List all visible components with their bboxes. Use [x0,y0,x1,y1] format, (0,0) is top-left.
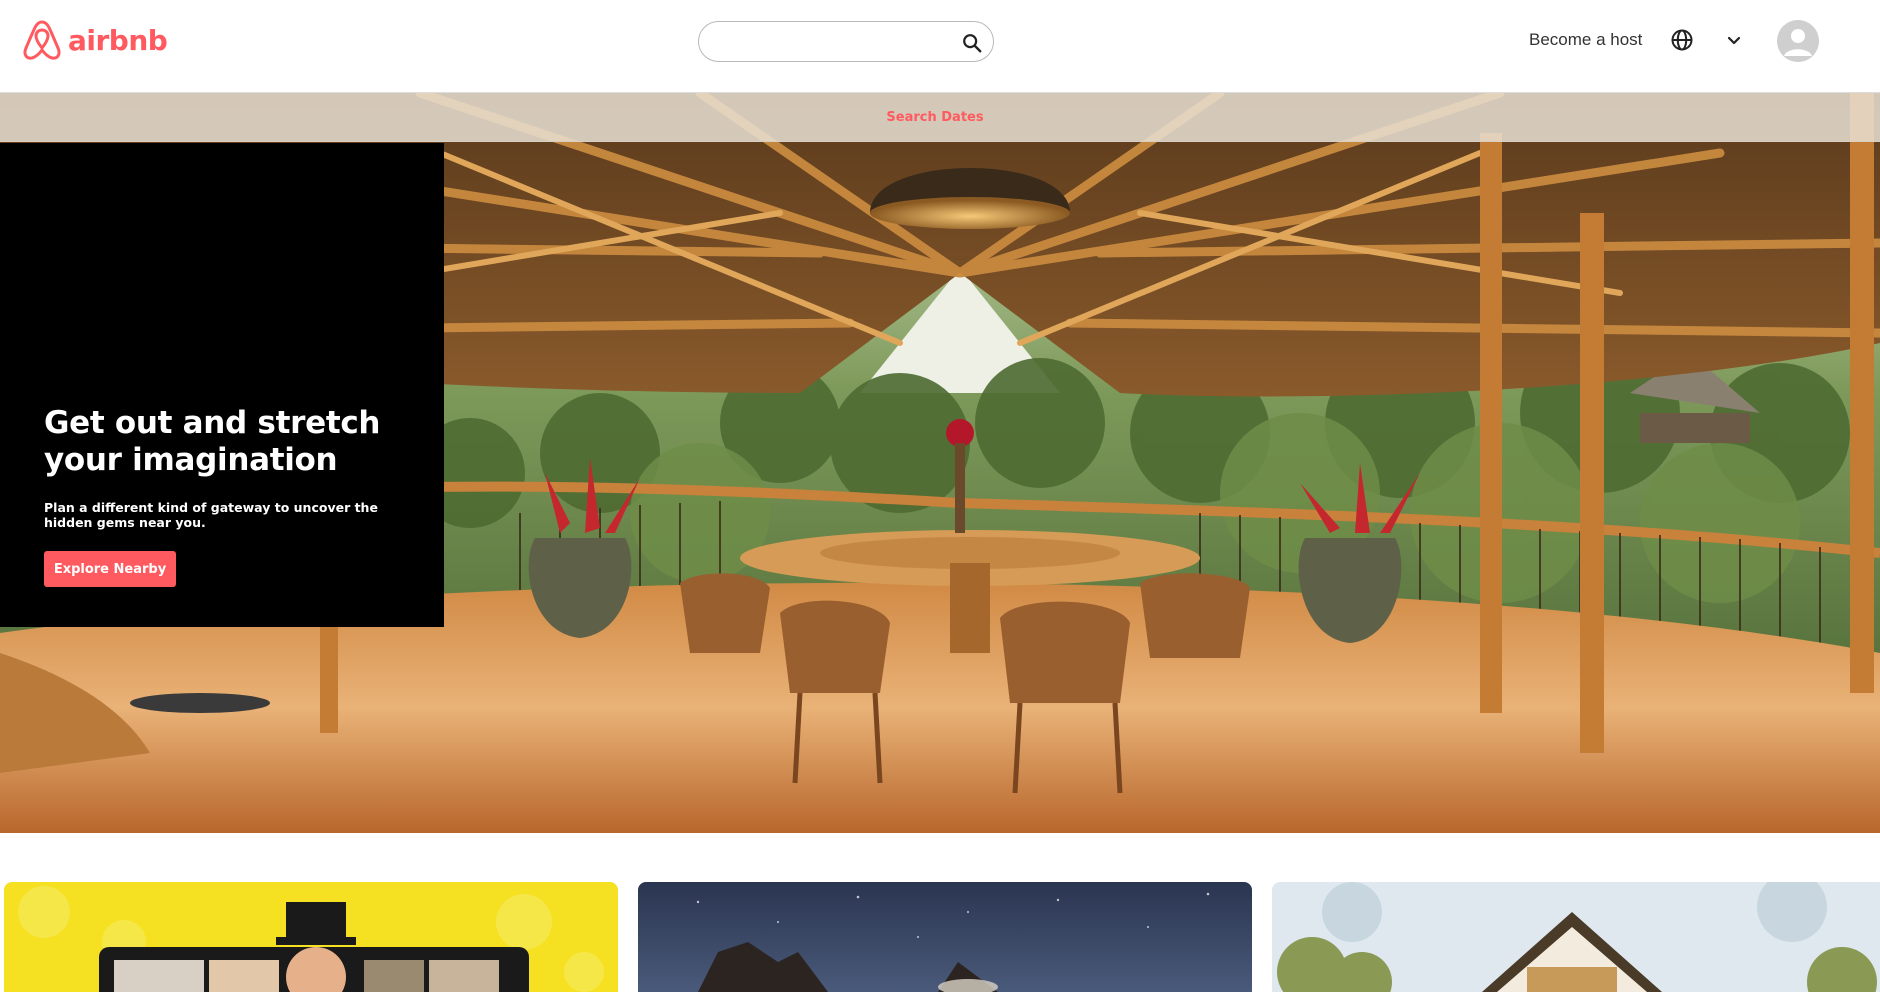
explore-nearby-button[interactable]: Explore Nearby [44,551,176,587]
user-avatar[interactable] [1777,20,1819,62]
globe-icon[interactable] [1670,28,1694,52]
card-online-experiences[interactable] [4,882,618,992]
card-stays[interactable] [638,882,1252,992]
card-image-cabin [1272,882,1880,992]
hero-title: Get out and stretch your imagination [44,405,381,478]
airbnb-logo-icon [23,20,61,60]
chevron-down-icon[interactable] [1724,31,1744,51]
airbnb-logo[interactable]: airbnb [22,19,168,61]
experience-cards-row [0,882,1880,992]
search-icon[interactable] [961,32,983,54]
user-avatar-icon [1777,20,1819,62]
search-dates-bar: Search Dates [0,93,1880,142]
search-bar[interactable] [698,21,994,62]
top-navbar: airbnb Become a host [0,0,1880,93]
card-image-online [4,882,618,992]
become-a-host-link[interactable]: Become a host [1529,30,1642,50]
hero-subtitle: Plan a different kind of gateway to unco… [44,500,378,530]
search-dates-link[interactable]: Search Dates [886,110,983,125]
brand-name: airbnb [68,23,168,57]
hero-promo-panel: Get out and stretch your imagination Pla… [0,143,444,627]
card-unique-homes[interactable] [1272,882,1880,992]
search-input[interactable] [717,30,947,54]
card-image-night-sky [638,882,1252,992]
